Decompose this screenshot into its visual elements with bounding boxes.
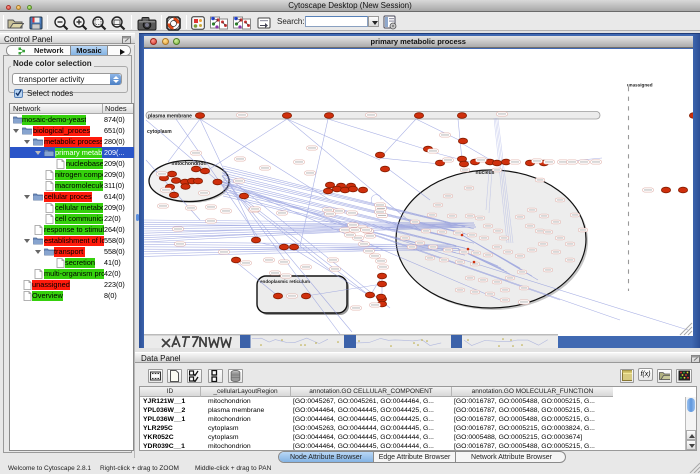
svg-text:plasma membrane: plasma membrane — [148, 113, 192, 119]
svg-text:nucleus: nucleus — [476, 170, 495, 176]
svg-text:mitochondrion: mitochondrion — [172, 160, 207, 166]
svg-text:unassigned: unassigned — [627, 82, 653, 87]
